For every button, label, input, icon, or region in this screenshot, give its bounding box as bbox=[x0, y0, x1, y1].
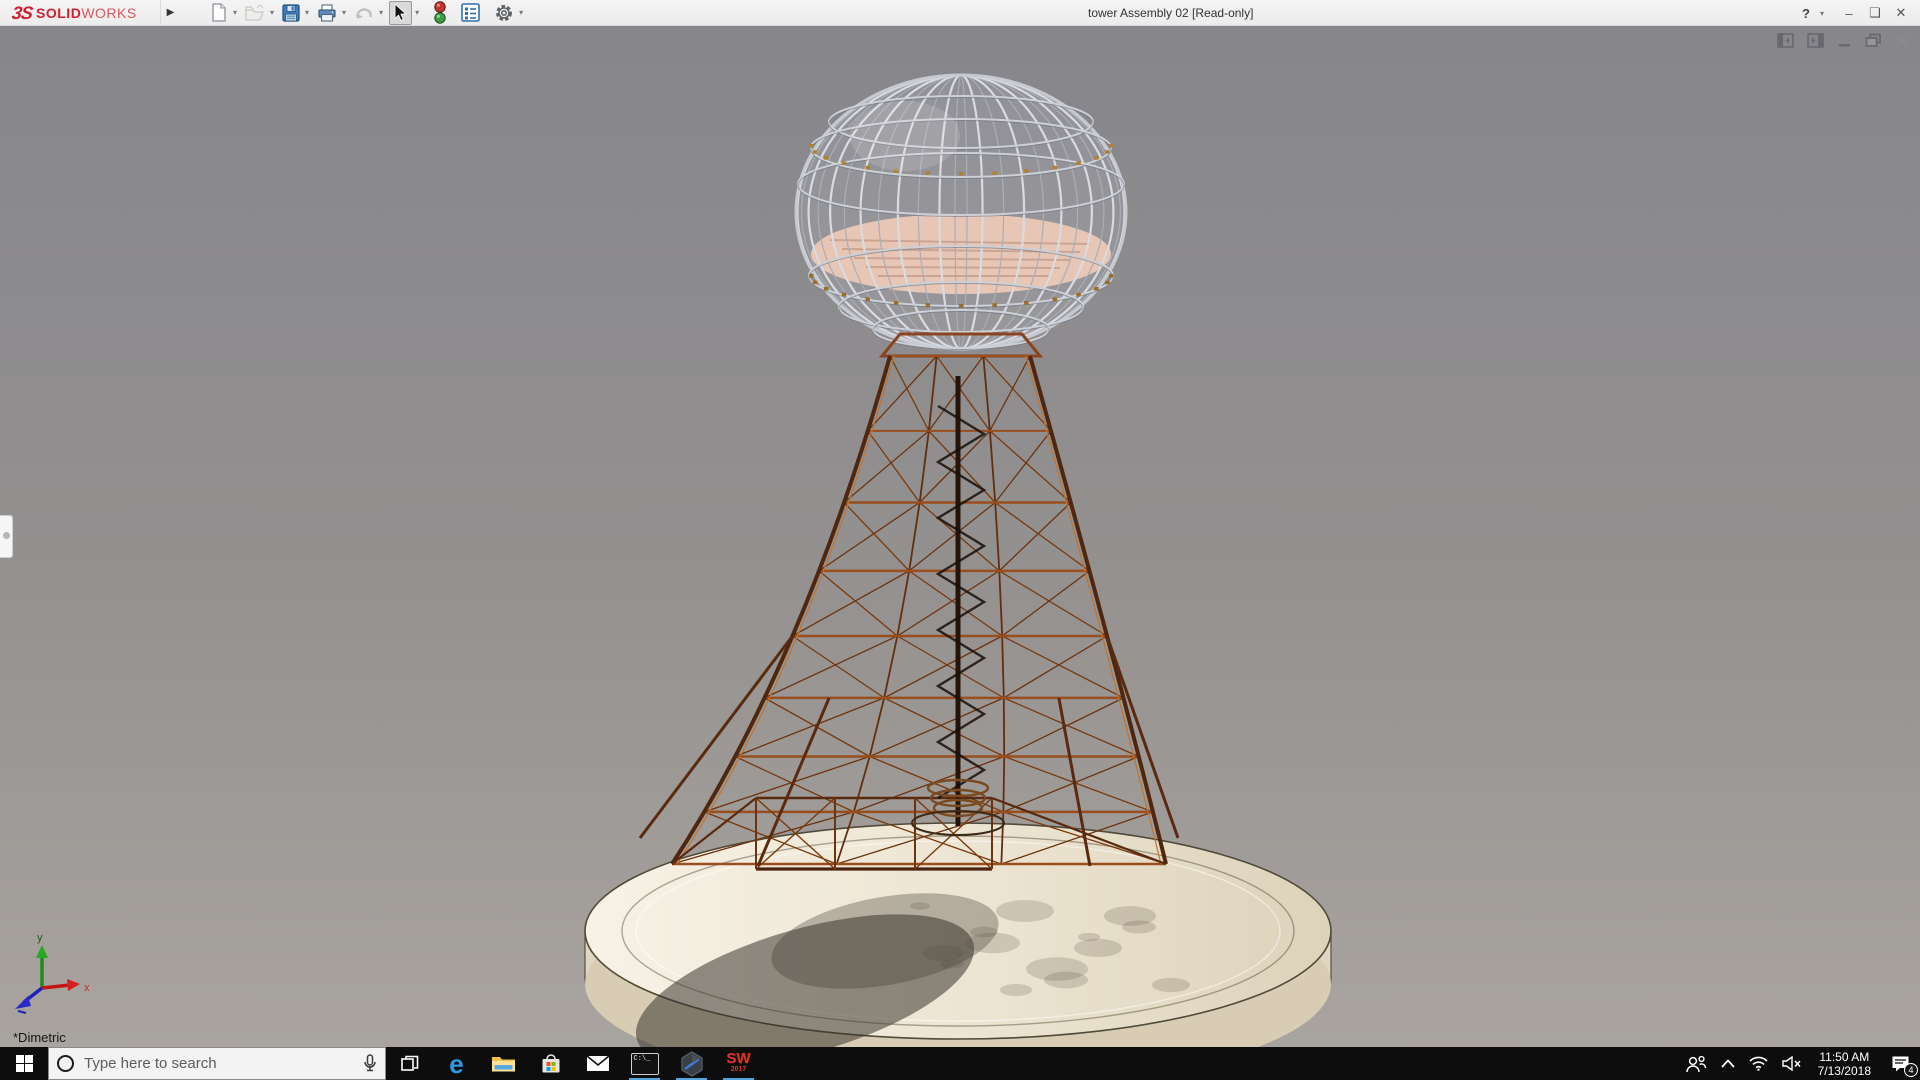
action-center-button[interactable]: 4 bbox=[1880, 1047, 1920, 1080]
windows-taskbar: e C:\_ bbox=[0, 1047, 1920, 1080]
search-input[interactable] bbox=[84, 1055, 353, 1072]
store-icon bbox=[542, 1053, 559, 1072]
save-button[interactable] bbox=[280, 1, 302, 25]
properties-list-button[interactable] bbox=[459, 1, 482, 25]
hex-app-button[interactable] bbox=[668, 1047, 715, 1080]
cortana-icon bbox=[57, 1055, 74, 1072]
people-icon bbox=[1685, 1055, 1706, 1072]
tray-time: 11:50 AM bbox=[1819, 1049, 1870, 1064]
tower-3d-model bbox=[584, 73, 1332, 1047]
splitter-dot bbox=[3, 532, 10, 539]
show-left-pane-icon[interactable] bbox=[1777, 33, 1794, 48]
system-tray: 11:50 AM 7/13/2018 4 bbox=[1678, 1047, 1920, 1080]
open-document-icon bbox=[245, 3, 264, 21]
file-explorer-button[interactable] bbox=[480, 1047, 527, 1080]
triad-y-label: y bbox=[37, 932, 43, 944]
mail-button[interactable] bbox=[574, 1047, 621, 1080]
solidworks-2017-icon: SW 2017 bbox=[726, 1049, 751, 1073]
volume-button[interactable] bbox=[1775, 1047, 1809, 1080]
volume-muted-icon bbox=[1781, 1056, 1801, 1071]
traffic-light-icon bbox=[434, 1, 446, 24]
gear-icon bbox=[496, 4, 513, 21]
window-controls: ? ▾ – ❏ ✕ bbox=[1796, 0, 1914, 26]
flyout-arrow-icon: ▶ bbox=[166, 7, 175, 18]
undo-button[interactable] bbox=[352, 1, 376, 25]
close-button[interactable]: ✕ bbox=[1888, 0, 1914, 26]
print-button[interactable] bbox=[315, 1, 339, 25]
hexagon-app-icon bbox=[680, 1050, 703, 1077]
people-button[interactable] bbox=[1678, 1047, 1714, 1080]
store-button[interactable] bbox=[527, 1047, 574, 1080]
start-button[interactable] bbox=[0, 1047, 48, 1080]
title-bar: 3S SOLID WORKS ▶ ▾ ▾ ▾ ▾ ▾ ▾ ▾ tower Ass… bbox=[0, 0, 1920, 26]
undo-icon bbox=[356, 7, 372, 19]
graphics-viewport[interactable]: y x *Dimetric bbox=[0, 26, 1920, 1047]
solidworks-logo: 3S SOLID WORKS bbox=[10, 2, 137, 24]
save-icon bbox=[282, 3, 300, 22]
feature-pane-splitter-tab[interactable] bbox=[0, 515, 13, 558]
tray-date: 7/13/2018 bbox=[1817, 1063, 1871, 1078]
gear-dropdown[interactable]: ▾ bbox=[519, 8, 523, 17]
window-title: tower Assembly 02 [Read-only] bbox=[1088, 6, 1254, 20]
edge-icon: e bbox=[449, 1048, 464, 1079]
brand-works: WORKS bbox=[81, 5, 137, 21]
open-document-button[interactable] bbox=[243, 1, 267, 25]
options-gear-button[interactable] bbox=[492, 1, 516, 25]
undo-dropdown[interactable]: ▾ bbox=[379, 8, 383, 17]
microphone-icon[interactable] bbox=[363, 1054, 377, 1073]
toolbar-flyout-button[interactable]: ▶ bbox=[160, 0, 180, 25]
save-dropdown[interactable]: ▾ bbox=[305, 8, 309, 17]
minimize-button[interactable]: – bbox=[1836, 0, 1862, 26]
file-explorer-icon bbox=[492, 1057, 515, 1072]
brand-solid: SOLID bbox=[36, 5, 82, 21]
reference-triad: y x bbox=[15, 932, 90, 1014]
chevron-up-icon bbox=[1720, 1059, 1735, 1068]
task-view-icon bbox=[400, 1055, 418, 1071]
command-prompt-button[interactable]: C:\_ bbox=[621, 1047, 668, 1080]
quick-access-toolbar: ▾ ▾ ▾ ▾ ▾ ▾ ▾ bbox=[208, 0, 529, 25]
select-dropdown[interactable]: ▾ bbox=[415, 8, 419, 17]
3ds-logo-icon: 3S bbox=[10, 2, 34, 23]
restore-button[interactable]: ❏ bbox=[1862, 0, 1888, 26]
print-dropdown[interactable]: ▾ bbox=[342, 8, 346, 17]
solidworks-window: 3S SOLID WORKS ▶ ▾ ▾ ▾ ▾ ▾ ▾ ▾ tower Ass… bbox=[0, 0, 1920, 1080]
help-button[interactable]: ? bbox=[1796, 0, 1816, 26]
show-right-pane-icon[interactable] bbox=[1807, 33, 1824, 48]
hidden-icons-button[interactable] bbox=[1714, 1047, 1742, 1080]
properties-list-icon bbox=[461, 3, 480, 22]
network-button[interactable] bbox=[1742, 1047, 1775, 1080]
select-cursor-icon bbox=[394, 3, 407, 21]
new-document-icon bbox=[212, 3, 226, 22]
mail-icon bbox=[585, 1055, 610, 1071]
doc-close-icon[interactable] bbox=[1895, 33, 1910, 48]
command-prompt-icon: C:\_ bbox=[630, 1052, 659, 1075]
solidworks-taskbar-button[interactable]: SW 2017 bbox=[715, 1047, 762, 1080]
help-dropdown[interactable]: ▾ bbox=[1816, 0, 1828, 26]
select-tool-button[interactable] bbox=[389, 0, 413, 25]
task-view-button[interactable] bbox=[386, 1047, 433, 1080]
open-dropdown[interactable]: ▾ bbox=[270, 8, 274, 17]
print-icon bbox=[318, 3, 336, 22]
new-dropdown[interactable]: ▾ bbox=[233, 8, 237, 17]
clock[interactable]: 11:50 AM 7/13/2018 bbox=[1809, 1047, 1880, 1080]
wifi-icon bbox=[1749, 1056, 1768, 1071]
windows-logo-icon bbox=[15, 1055, 33, 1072]
notification-badge: 4 bbox=[1904, 1063, 1918, 1077]
doc-restore-icon[interactable] bbox=[1865, 33, 1882, 48]
taskbar-search[interactable] bbox=[48, 1047, 386, 1080]
document-window-controls bbox=[1777, 33, 1910, 48]
view-orientation-label: *Dimetric bbox=[13, 1030, 66, 1045]
new-document-button[interactable] bbox=[208, 1, 230, 25]
edge-button[interactable]: e bbox=[433, 1047, 480, 1080]
doc-minimize-icon[interactable] bbox=[1837, 33, 1852, 48]
triad-x-label: x bbox=[84, 982, 90, 994]
traffic-light-button[interactable] bbox=[431, 1, 449, 25]
